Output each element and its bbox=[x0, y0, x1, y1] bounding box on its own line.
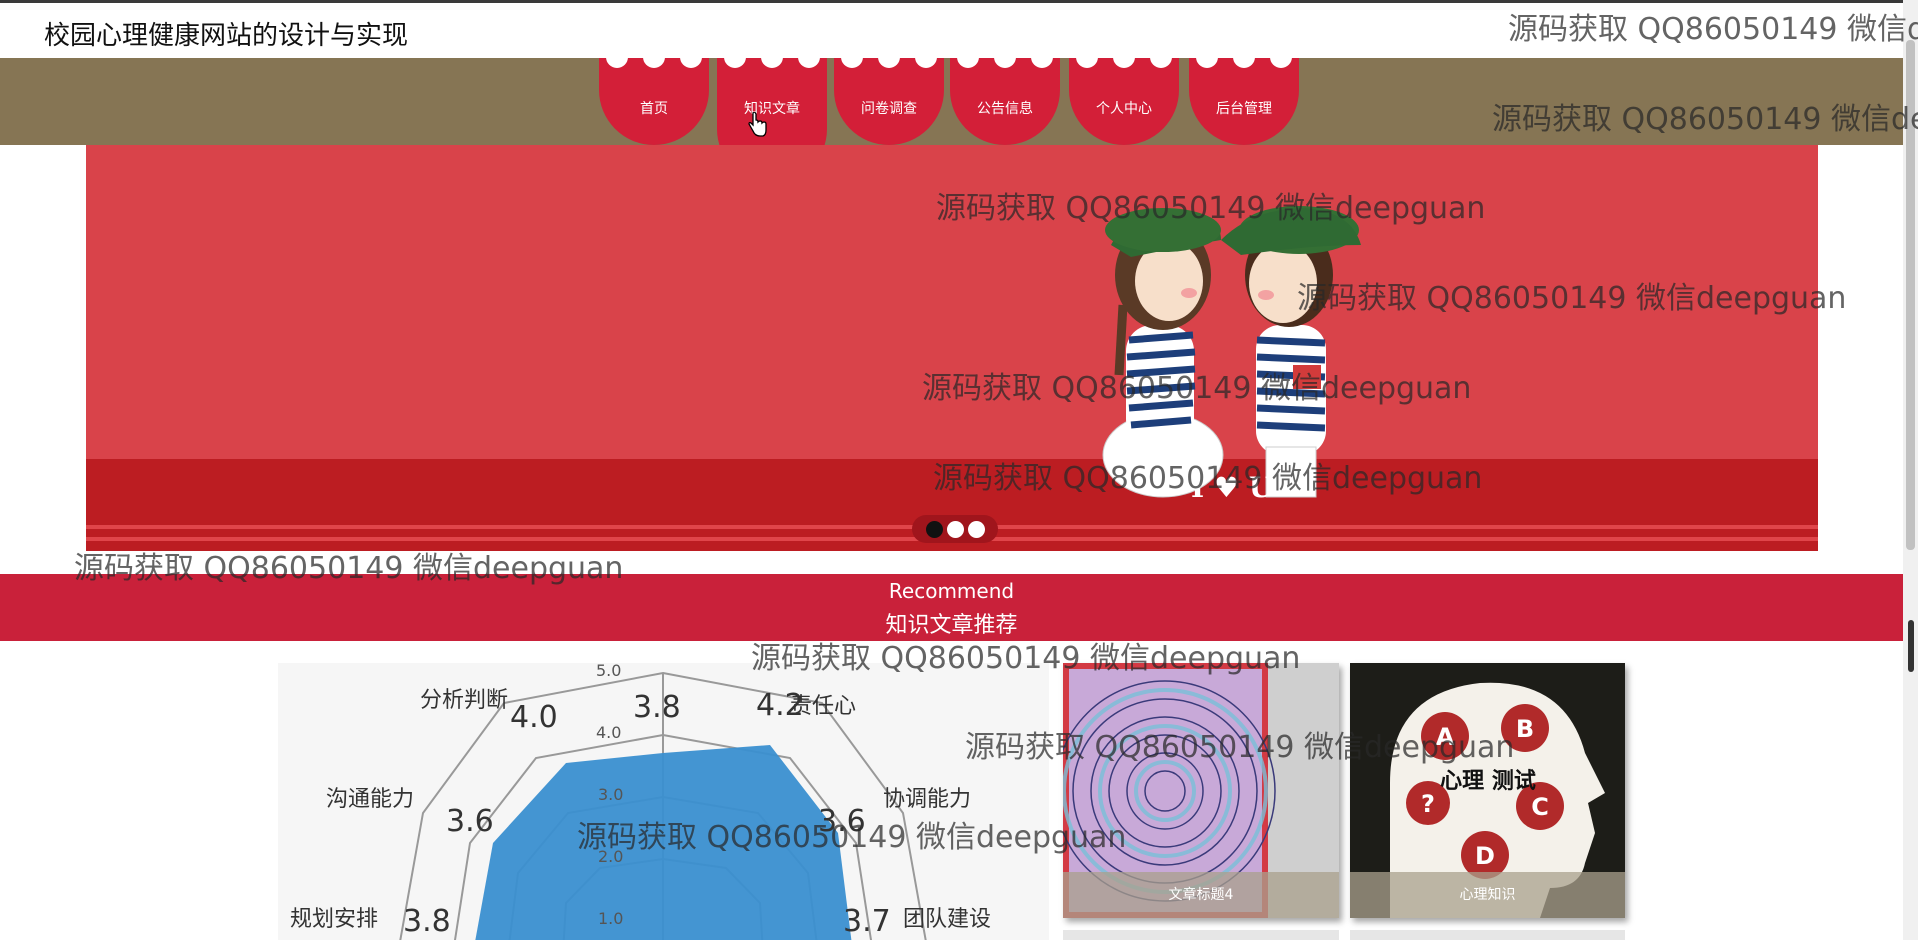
article-card-row2[interactable] bbox=[1350, 930, 1625, 940]
psych-image-text: 心理 测试 bbox=[1440, 769, 1536, 794]
watermark-text: 源码获取 QQ86050149 微信de bbox=[1492, 102, 1918, 137]
slider-dot[interactable] bbox=[925, 520, 943, 538]
nav-scallop-decoration bbox=[950, 52, 1060, 68]
slider-dot[interactable] bbox=[946, 520, 964, 538]
radar-chart-image: 5.0 4.0 3.0 2.0 1.0 分析判断 4.0 3.8 责任心 4.2… bbox=[290, 663, 991, 940]
watermark-text: 源码获取 QQ86050149 微信deepguan bbox=[577, 820, 1127, 855]
page-scrollbar[interactable] bbox=[1903, 0, 1918, 940]
watermark-text: 源码获取 QQ86050149 微信deepguan bbox=[751, 641, 1301, 676]
radar-value: 3.8 bbox=[633, 690, 681, 725]
nav-label: 问卷调查 bbox=[861, 101, 917, 117]
article-card-psych-knowledge[interactable]: A B ? C D 心理 测试 心理知识 bbox=[1350, 663, 1625, 918]
nav-scallop-decoration bbox=[834, 52, 944, 68]
article-card-row2[interactable] bbox=[1063, 930, 1339, 940]
radar-label: 沟通能力 bbox=[326, 787, 414, 812]
article-caption: 文章标题4 bbox=[1063, 872, 1339, 918]
nav-scallop-decoration bbox=[1189, 52, 1299, 68]
psych-letter: D bbox=[1475, 842, 1495, 870]
nav-label: 知识文章 bbox=[744, 101, 800, 117]
nav-label: 后台管理 bbox=[1216, 101, 1272, 117]
radar-label: 协调能力 bbox=[883, 787, 971, 812]
watermark-text: 源码获取 QQ86050149 微信deepguan bbox=[1297, 281, 1847, 316]
article-card-4[interactable]: 文章标题4 bbox=[1063, 663, 1339, 918]
nav-label: 公告信息 bbox=[977, 101, 1033, 117]
nav-scallop-decoration bbox=[717, 52, 827, 68]
site-title: 校园心理健康网站的设计与实现 bbox=[44, 21, 409, 51]
radar-tick: 5.0 bbox=[596, 663, 621, 680]
radar-label: 团队建设 bbox=[903, 907, 991, 932]
slider-dot[interactable] bbox=[967, 520, 985, 538]
psych-letter: B bbox=[1516, 715, 1534, 743]
radar-label: 分析判断 bbox=[420, 688, 508, 713]
nav-label: 首页 bbox=[640, 101, 668, 117]
radar-value: 4.2 bbox=[756, 688, 804, 723]
watermark-text: 源码获取 QQ86050149 微信d bbox=[1508, 12, 1918, 47]
nav-scallop-decoration bbox=[1069, 52, 1179, 68]
slider-dots bbox=[912, 515, 998, 543]
radar-value: 4.0 bbox=[510, 700, 558, 735]
radar-value: 3.6 bbox=[446, 804, 494, 839]
radar-value: 3.7 bbox=[843, 904, 891, 939]
psych-letter: ? bbox=[1421, 790, 1435, 818]
watermark-text: 源码获取 QQ86050149 微信deepguan bbox=[965, 730, 1515, 765]
psych-letter: C bbox=[1531, 793, 1549, 821]
radar-label: 规划安排 bbox=[290, 907, 378, 932]
radar-tick: 1.0 bbox=[598, 909, 623, 928]
watermark-text: 源码获取 QQ86050149 微信deepguan bbox=[933, 461, 1483, 496]
watermark-text: 源码获取 QQ86050149 微信deepguan bbox=[922, 371, 1472, 406]
hand-cursor-icon bbox=[748, 112, 767, 137]
radar-value: 3.8 bbox=[403, 904, 451, 939]
scrollbar-indicator bbox=[1908, 620, 1914, 672]
article-card-radar[interactable]: 5.0 4.0 3.0 2.0 1.0 分析判断 4.0 3.8 责任心 4.2… bbox=[278, 663, 1049, 940]
article-caption: 心理知识 bbox=[1350, 872, 1625, 918]
radar-tick: 4.0 bbox=[596, 723, 621, 742]
watermark-text: 源码获取 QQ86050149 微信deepguan bbox=[936, 191, 1486, 226]
nav-label: 个人中心 bbox=[1096, 101, 1152, 117]
watermark-text: 源码获取 QQ86050149 微信deepguan bbox=[74, 551, 624, 586]
radar-tick: 3.0 bbox=[598, 785, 623, 804]
nav-scallop-decoration bbox=[599, 52, 709, 68]
